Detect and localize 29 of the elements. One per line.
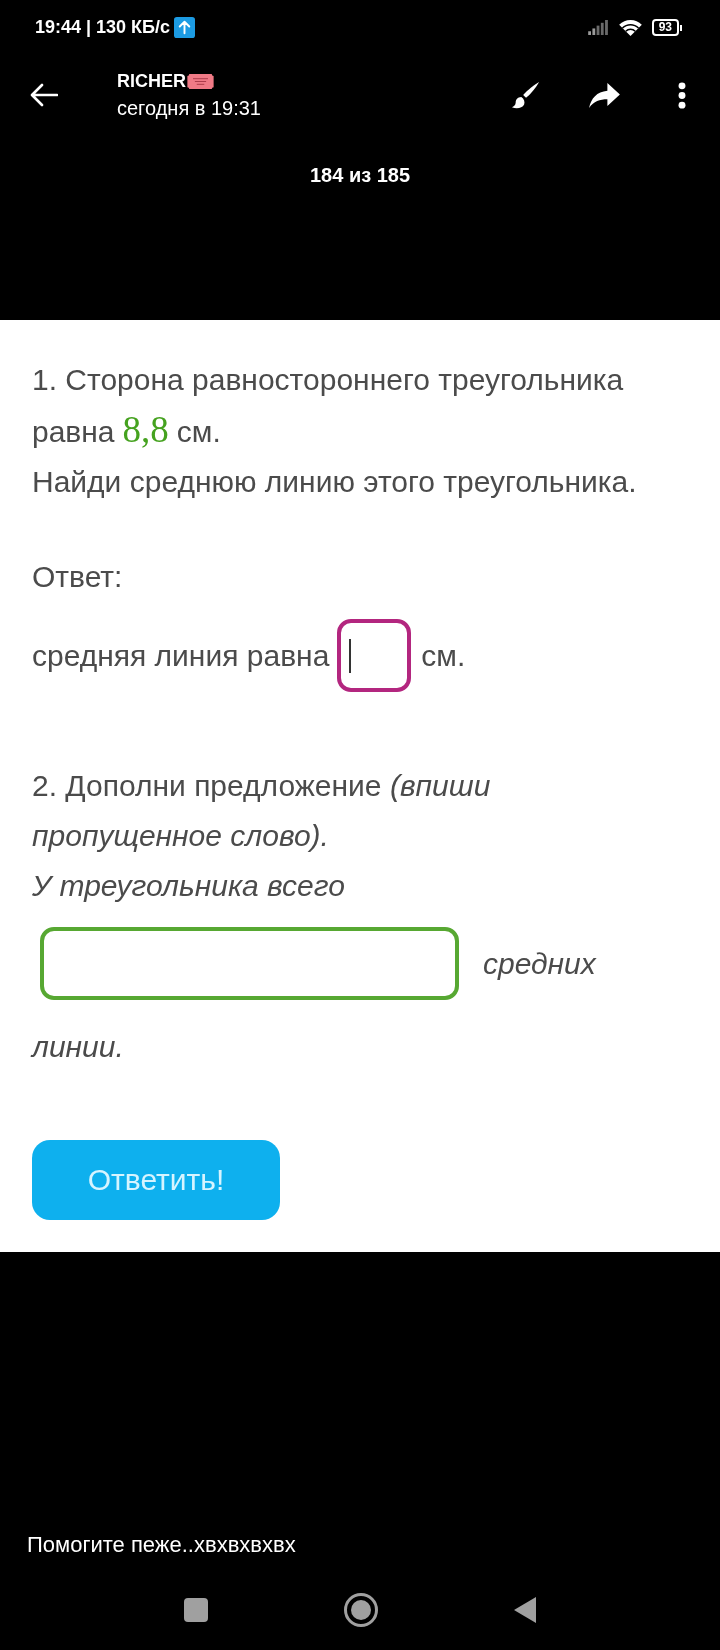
battery-indicator: 93 [651, 19, 682, 36]
question-instruction: Найди среднюю линию этого треугольника. [32, 464, 638, 500]
more-icon[interactable] [678, 81, 686, 109]
question-text: 1. Сторона равностороннего треугольника равна 8,8 см. [32, 362, 625, 452]
back-arrow-icon[interactable] [30, 83, 58, 107]
sentence-text: У треугольника всего [32, 868, 346, 904]
unit-text: см. [421, 637, 466, 674]
message-time: сегодня в 19:31 [117, 96, 261, 120]
image-caption: Помогите пеже..хвхвхвхвх [26, 1532, 297, 1558]
chat-title: RICHER [117, 70, 186, 92]
answer-field[interactable] [337, 619, 412, 692]
answer-text: средняя линия равна [32, 637, 330, 674]
status-time-speed: 19:44 | 130 КБ/с [35, 17, 171, 38]
answer-label: Ответ: [32, 559, 124, 595]
sentence-text: средних [483, 945, 596, 982]
sentence-text: линии. [32, 1029, 125, 1065]
answer-field[interactable] [40, 927, 459, 1000]
home-circle-icon[interactable] [344, 1593, 378, 1627]
back-triangle-icon[interactable] [514, 1597, 536, 1623]
upload-icon [174, 17, 196, 38]
forward-arrow-icon[interactable] [589, 82, 620, 108]
text-cursor-icon [349, 638, 352, 673]
brush-icon[interactable] [511, 80, 541, 110]
ticket-icon [187, 73, 214, 89]
question-text: 2. Дополни предложение (впиши пропущенное слово). [32, 768, 492, 854]
image-counter: 184 из 185 [308, 163, 412, 187]
wifi-icon [618, 19, 642, 36]
signal-icon [587, 20, 609, 35]
submit-button[interactable]: Ответить! [32, 1140, 280, 1220]
